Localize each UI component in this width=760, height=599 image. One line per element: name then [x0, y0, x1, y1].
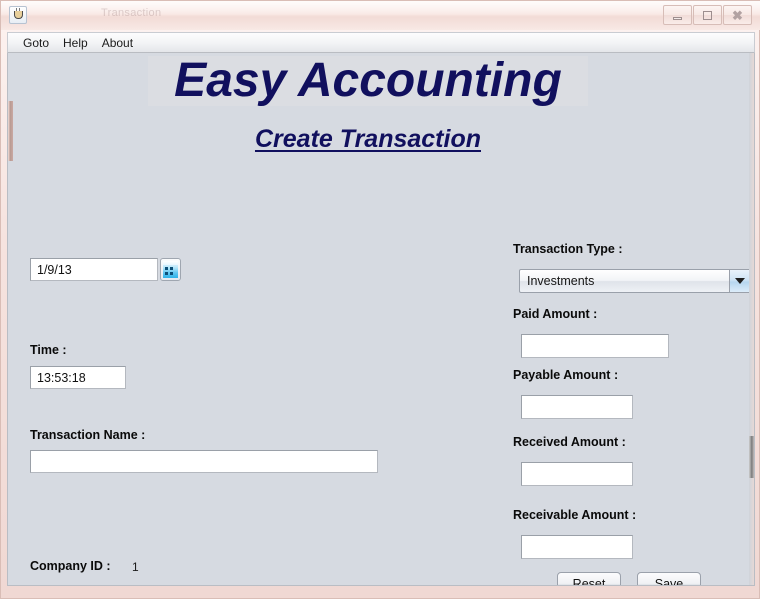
app-title: Easy Accounting: [148, 55, 588, 107]
transaction-type-label: Transaction Type :: [513, 242, 623, 256]
window-controls: ✖: [662, 5, 752, 25]
receivable-amount-input[interactable]: [521, 535, 633, 559]
title-bar[interactable]: Transaction ✖: [1, 1, 760, 30]
date-input[interactable]: 1/9/13: [30, 258, 158, 281]
transaction-name-label: Transaction Name :: [30, 428, 146, 442]
vertical-scrollbar-thumb[interactable]: [749, 436, 754, 478]
time-label: Time :: [30, 343, 67, 357]
company-id-label: Company ID :: [30, 559, 111, 573]
application-window: Transaction ✖ Goto Help About Easy Accou…: [0, 0, 760, 599]
java-icon-cup: [14, 11, 23, 19]
minimize-button[interactable]: [663, 5, 692, 25]
calendar-icon[interactable]: [160, 258, 181, 281]
paid-amount-input[interactable]: [521, 334, 669, 358]
save-button[interactable]: Save: [637, 572, 701, 585]
transaction-type-selected-value: Investments: [527, 274, 595, 288]
java-coffee-cup-icon: [9, 6, 27, 24]
minimize-icon: [664, 6, 691, 24]
left-frame-accent: [8, 101, 13, 161]
payable-amount-label: Payable Amount :: [513, 368, 619, 382]
close-icon: ✖: [732, 7, 743, 23]
page-title: Create Transaction: [254, 125, 481, 153]
payable-amount-input[interactable]: [521, 395, 633, 419]
menu-item-help[interactable]: Help: [56, 34, 95, 52]
vertical-scrollbar[interactable]: [749, 53, 754, 585]
maximize-icon: [694, 6, 721, 24]
reset-button[interactable]: Reset: [557, 572, 621, 585]
time-input[interactable]: 13:53:18: [30, 366, 126, 389]
transaction-type-select[interactable]: Investments: [519, 269, 751, 293]
received-amount-input[interactable]: [521, 462, 633, 486]
chevron-down-icon[interactable]: [729, 270, 750, 292]
company-id-value: 1: [132, 560, 139, 574]
paid-amount-label: Paid Amount :: [513, 307, 598, 321]
received-amount-label: Received Amount :: [513, 435, 626, 449]
window-title: Transaction: [101, 7, 162, 19]
receivable-amount-label: Receivable Amount :: [513, 508, 637, 522]
menu-bar: Goto Help About: [7, 32, 755, 53]
close-button[interactable]: ✖: [723, 5, 752, 25]
content-panel: Easy Accounting Create Transaction 1/9/1…: [7, 53, 755, 586]
menu-item-about[interactable]: About: [95, 34, 140, 52]
maximize-button[interactable]: [693, 5, 722, 25]
transaction-name-input[interactable]: [30, 450, 378, 473]
menu-item-goto[interactable]: Goto: [16, 34, 56, 52]
